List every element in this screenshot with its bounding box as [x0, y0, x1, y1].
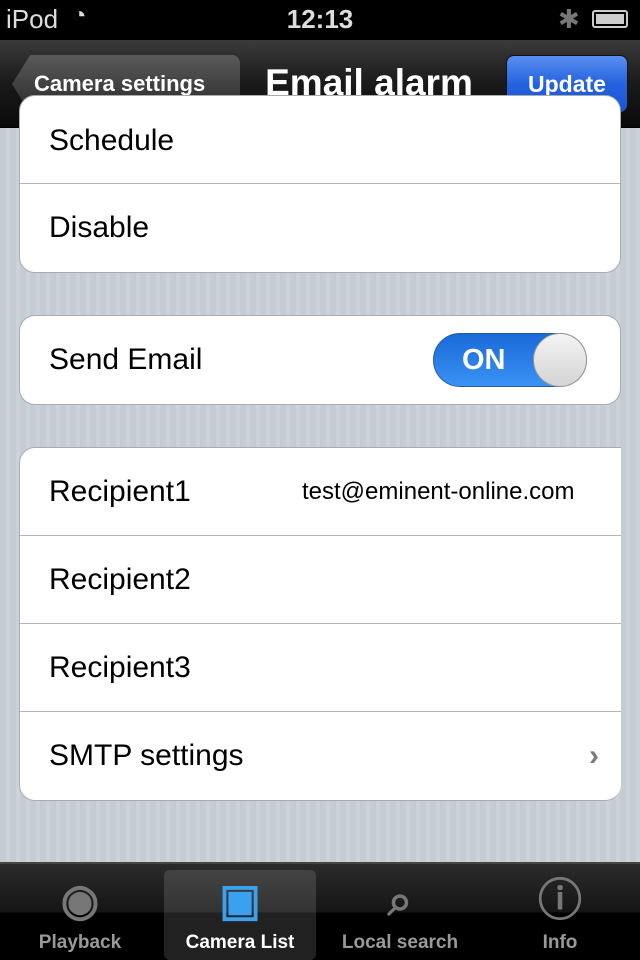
toggle-label: ON [462, 344, 506, 376]
send-email-row: Send Email ON [20, 316, 620, 404]
playback-icon: ◉ [60, 876, 100, 925]
recipients-group: Recipient1 test@eminent-online.com Recipi… [19, 447, 621, 801]
tab-label: Local search [341, 932, 459, 953]
recipient1-row[interactable]: Recipient1 test@eminent-online.com [20, 448, 621, 536]
chevron-right-icon: › [589, 739, 599, 772]
row-label: Recipient2 [49, 563, 191, 596]
row-label: Schedule [49, 124, 175, 157]
tab-label: Playback [38, 932, 122, 953]
recipient2-row[interactable]: Recipient2 [20, 536, 621, 624]
clock: 12:13 [286, 4, 354, 34]
row-label: Send Email [49, 343, 203, 376]
tab-camera-list[interactable]: ▣ Camera List [164, 870, 316, 960]
camera-list-icon: ▣ [219, 876, 261, 925]
tab-local-search[interactable]: ⌕ Local search [324, 870, 476, 960]
schedule-row[interactable]: Schedule [20, 96, 620, 184]
disable-row[interactable]: Disable [20, 184, 620, 272]
battery-icon [592, 10, 628, 28]
schedule-group: Schedule Disable [19, 95, 621, 273]
recipient1-value[interactable]: test@eminent-online.com [302, 448, 574, 536]
row-label: SMTP settings [49, 739, 244, 772]
row-label: Disable [49, 211, 150, 244]
tab-label: Info [542, 932, 578, 953]
recipient3-row[interactable]: Recipient3 [20, 624, 621, 712]
info-icon: ⓘ [538, 876, 582, 925]
send-email-toggle[interactable]: ON [433, 333, 587, 387]
smtp-settings-row[interactable]: SMTP settings › [20, 712, 621, 800]
status-bar: iPod ◔ 12:13 ✱ [0, 0, 640, 40]
bluetooth-icon: ✱ [558, 4, 580, 34]
tab-playback[interactable]: ◉ Playback [4, 870, 156, 960]
row-label: Recipient1 [49, 475, 191, 508]
toggle-knob [533, 333, 587, 387]
send-email-group: Send Email ON [19, 315, 621, 405]
tab-label: Camera List [185, 932, 295, 953]
tab-info[interactable]: ⓘ Info [484, 870, 636, 960]
search-icon: ⌕ [387, 876, 413, 925]
row-label: Recipient3 [49, 651, 191, 684]
tab-bar: ◉ Playback ▣ Camera List ⌕ Local search ⓘ In… [0, 862, 640, 960]
